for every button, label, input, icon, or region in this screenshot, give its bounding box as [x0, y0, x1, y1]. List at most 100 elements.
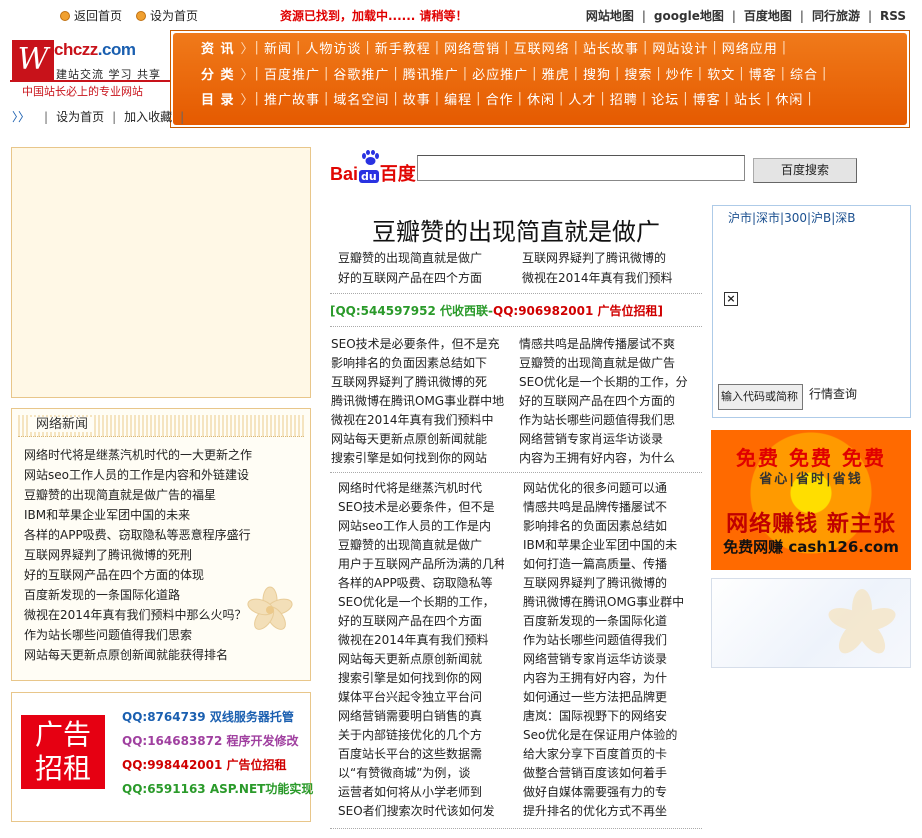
- list-item[interactable]: 如何打造一篇高质量、传播: [523, 555, 689, 574]
- list-item[interactable]: 用户于互联网产品所沩满的几种角: [338, 555, 504, 574]
- list-item[interactable]: 网站seo工作人员的工作是内: [338, 517, 504, 536]
- news-item[interactable]: 各样的APP吸费、窃取隐私等恶意程序盛行: [24, 525, 252, 545]
- travel-link[interactable]: 同行旅游: [812, 9, 860, 23]
- list-item[interactable]: SEO优化是一个长期的工作，: [338, 593, 504, 612]
- nav-item[interactable]: 博客: [745, 64, 781, 83]
- nav-item[interactable]: 搜索: [620, 64, 656, 83]
- nav-item[interactable]: 腾讯推广: [399, 64, 463, 83]
- list-item[interactable]: 运营者如何将从小学老师到: [338, 783, 504, 802]
- news-item[interactable]: 作为站长哪些问题值得我们思索: [24, 625, 252, 645]
- nav-item[interactable]: 新闻: [260, 38, 296, 57]
- list-item[interactable]: 网络营销专家肖运华访谈录: [519, 430, 701, 449]
- list-item[interactable]: 网络营销需要明白销售的真: [338, 707, 504, 726]
- nav-row-label[interactable]: 目 录: [201, 89, 235, 108]
- list-item[interactable]: 内容为王拥有好内容，为什么: [519, 449, 701, 468]
- nav-row-label[interactable]: 资 讯: [201, 38, 235, 57]
- nav-item[interactable]: 炒作: [662, 64, 698, 83]
- list-item[interactable]: 作为站长哪些问题值得我们: [523, 631, 689, 650]
- list-item[interactable]: 给大家分享下百度首页的卡: [523, 745, 689, 764]
- site-logo[interactable]: W chczz.com 建站交流 学习 共享 中国站长必上的专业网站: [10, 38, 170, 98]
- news-item[interactable]: 百度新发现的一条国际化道路: [24, 585, 252, 605]
- cash126-ad[interactable]: 免费 免费 免费 省心|省时|省钱 网络赚钱 新主张 免费网赚 cash126.…: [711, 430, 911, 570]
- news-item[interactable]: 豆瓣赞的出现简直就是做广告的福星: [24, 485, 252, 505]
- search-input[interactable]: [417, 155, 745, 181]
- back-home-link[interactable]: 返回首页: [60, 7, 122, 24]
- set-home-sub-link[interactable]: 设为首页: [56, 110, 104, 124]
- list-item[interactable]: 豆瓣赞的出现简直就是做广: [338, 536, 504, 555]
- set-home-link[interactable]: 设为首页: [136, 7, 198, 24]
- list-item[interactable]: SEO技术是必要条件，但不是: [338, 498, 504, 517]
- nav-item[interactable]: 网络应用: [718, 38, 782, 57]
- rent-ad-box[interactable]: 广告 招租 QQ:8764739 双线服务器托管 QQ:164683872 程序开发…: [11, 692, 313, 822]
- list-item[interactable]: 提升排名的优化方式不再坐: [523, 802, 689, 821]
- google-map-link[interactable]: google地图: [654, 9, 724, 23]
- list-item[interactable]: 媒体平台兴起令独立平台问: [338, 688, 504, 707]
- list-item[interactable]: 作为站长哪些问题值得我们思: [519, 411, 701, 430]
- list-item[interactable]: 网站每天更新点原创新闻就能: [331, 430, 509, 449]
- list-item[interactable]: 互联网界疑判了腾讯微博的: [522, 248, 673, 268]
- list-item[interactable]: 互联网界疑判了腾讯微博的: [523, 574, 689, 593]
- nav-item[interactable]: 综合: [786, 64, 822, 83]
- nav-item[interactable]: 休闲: [771, 89, 807, 108]
- list-item[interactable]: 互联网界疑判了腾讯微博的死: [331, 373, 509, 392]
- nav-item[interactable]: 网络营销: [440, 38, 504, 57]
- list-item[interactable]: 网站优化的很多问题可以通: [523, 479, 689, 498]
- list-item[interactable]: 内容为王拥有好内容，为什: [523, 669, 689, 688]
- stock-code-input[interactable]: 输入代码或简称: [718, 384, 803, 410]
- news-item[interactable]: IBM和苹果企业军团中国的未来: [24, 505, 252, 525]
- nav-item[interactable]: 招聘: [606, 89, 642, 108]
- list-item[interactable]: 腾讯微博在腾讯OMG事业群中地: [331, 392, 509, 411]
- ad-contact-line[interactable]: QQ:998442001 广告位招租: [122, 753, 313, 777]
- nav-item[interactable]: 编程: [440, 89, 476, 108]
- list-item[interactable]: 豆瓣赞的出现简直就是做广告: [519, 354, 701, 373]
- stock-tabs[interactable]: 沪市|深市|300|沪B|深B: [728, 209, 856, 226]
- ad-contact-line[interactable]: QQ:8764739 双线服务器托管: [122, 705, 313, 729]
- news-item[interactable]: 网络时代将是继蒸汽机时代的一大更新之作: [24, 445, 252, 465]
- news-item[interactable]: 微视在2014年真有我们预料中那么火吗？: [24, 605, 252, 625]
- nav-item[interactable]: 网站设计: [648, 38, 712, 57]
- nav-item[interactable]: 搜狗: [579, 64, 615, 83]
- news-item[interactable]: 好的互联网产品在四个方面的体现: [24, 565, 252, 585]
- list-item[interactable]: 豆瓣赞的出现简直就是做广: [338, 248, 482, 268]
- list-item[interactable]: 网络营销专家肖运华访谈录: [523, 650, 689, 669]
- list-item[interactable]: 百度新发现的一条国际化道: [523, 612, 689, 631]
- list-item[interactable]: 唐岚：国际视野下的网络安: [523, 707, 689, 726]
- list-item[interactable]: 网络时代将是继蒸汽机时代: [338, 479, 504, 498]
- ad-contact-line[interactable]: QQ:6591163 ASP.NET功能实现: [122, 777, 313, 801]
- list-item[interactable]: 微视在2014年真有我们预料中: [331, 411, 509, 430]
- list-item[interactable]: SEO者们搜索次时代该如何发: [338, 802, 504, 821]
- list-item[interactable]: 网站每天更新点原创新闻就: [338, 650, 504, 669]
- quote-query-button[interactable]: 行情查询: [809, 384, 857, 404]
- list-item[interactable]: SEO技术是必要条件，但不是充: [331, 335, 509, 354]
- add-favorite-link[interactable]: 加入收藏: [124, 110, 172, 124]
- list-item[interactable]: 好的互联网产品在四个方面: [338, 268, 482, 288]
- nav-item[interactable]: 互联网络: [510, 38, 574, 57]
- list-item[interactable]: 好的互联网产品在四个方面: [338, 612, 504, 631]
- list-item[interactable]: 情感共鸣是品牌传播屡试不爽: [519, 335, 701, 354]
- list-item[interactable]: 做好自媒体需要强有力的专: [523, 783, 689, 802]
- news-item[interactable]: 网站seo工作人员的工作是内容和外链建设: [24, 465, 252, 485]
- news-item[interactable]: 互联网界疑判了腾讯微博的死刑: [24, 545, 252, 565]
- list-item[interactable]: 腾讯微博在腾讯OMG事业群中: [523, 593, 689, 612]
- nav-item[interactable]: 推广故事: [260, 89, 324, 108]
- nav-item[interactable]: 百度推广: [260, 64, 324, 83]
- ad-contact-line[interactable]: QQ:164683872 程序开发修改: [122, 729, 313, 753]
- nav-item[interactable]: 人物访谈: [301, 38, 365, 57]
- nav-item[interactable]: 休闲: [523, 89, 559, 108]
- nav-item[interactable]: 新手教程: [371, 38, 435, 57]
- list-item[interactable]: Seo优化是在保证用户体验的: [523, 726, 689, 745]
- headline[interactable]: 豆瓣赞的出现简直就是做广: [330, 212, 702, 247]
- list-item[interactable]: SEO优化是一个长期的工作，分: [519, 373, 701, 392]
- nav-item[interactable]: 博客: [689, 89, 725, 108]
- list-item[interactable]: 影响排名的负面因素总结如: [523, 517, 689, 536]
- list-item[interactable]: 微视在2014年真有我们预料: [338, 631, 504, 650]
- rss-link[interactable]: RSS: [880, 9, 906, 23]
- list-item[interactable]: 关于内部链接优化的几个方: [338, 726, 504, 745]
- list-item[interactable]: 搜索引擎是如何找到你的网: [338, 669, 504, 688]
- list-item[interactable]: IBM和苹果企业军团中国的未: [523, 536, 689, 555]
- nav-item[interactable]: 人才: [564, 89, 600, 108]
- list-item[interactable]: 百度站长平台的这些数据需: [338, 745, 504, 764]
- list-item[interactable]: 好的互联网产品在四个方面的: [519, 392, 701, 411]
- nav-item[interactable]: 站长故事: [579, 38, 643, 57]
- list-item[interactable]: 搜索引擎是如何找到你的网站: [331, 449, 509, 468]
